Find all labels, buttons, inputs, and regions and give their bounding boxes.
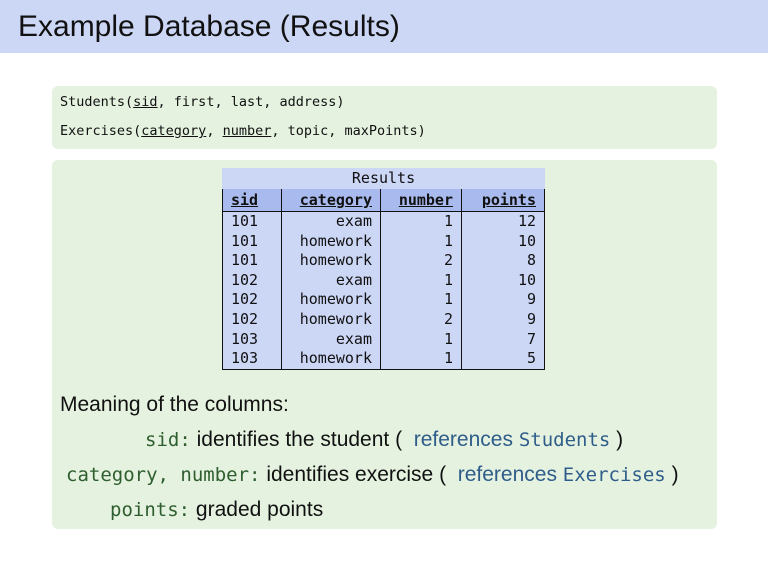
meaning-key: category, number <box>66 464 250 486</box>
title-bar: Example Database (Results) <box>0 0 768 53</box>
meaning-colon: : <box>179 429 191 451</box>
cell-category: homework <box>281 309 381 330</box>
cell-number: 2 <box>380 309 462 330</box>
cell-number: 1 <box>380 329 462 350</box>
slide-title: Example Database (Results) <box>18 10 400 43</box>
cell-points: 8 <box>461 251 545 271</box>
table-row: 102 homework 2 9 <box>222 309 545 330</box>
results-block: Results sid category number points 101 e… <box>52 160 717 529</box>
cell-number: 1 <box>380 231 462 252</box>
cell-category: homework <box>281 231 381 252</box>
table-row: 101 exam 1 12 <box>222 211 545 232</box>
cell-points: 5 <box>461 349 545 370</box>
students-schema-name: Students( <box>60 94 134 110</box>
cell-points: 7 <box>461 329 545 350</box>
results-table-caption: Results <box>222 168 545 189</box>
exercises-schema-name: Exercises( <box>60 123 142 139</box>
meaning-key: points <box>110 499 179 521</box>
cell-sid: 102 <box>222 309 282 330</box>
cell-points: 10 <box>461 231 545 252</box>
reference-target: Exercises <box>562 464 666 486</box>
table-row: 101 homework 1 10 <box>222 231 545 252</box>
exercises-key-number: number <box>222 123 272 139</box>
results-table: Results sid category number points 101 e… <box>222 168 545 370</box>
cell-category: homework <box>281 290 381 310</box>
cell-points: 10 <box>461 270 545 291</box>
column-header-category: category <box>281 189 381 212</box>
reference-word: references <box>457 463 557 486</box>
table-row: 101 homework 2 8 <box>222 251 545 271</box>
exercises-schema-separator: , <box>206 123 223 139</box>
cell-sid: 103 <box>222 329 282 350</box>
cell-number: 1 <box>380 349 462 370</box>
cell-category: exam <box>281 329 381 350</box>
students-schema-rest: , first, last, address) <box>157 94 345 110</box>
column-header-points: points <box>461 189 545 212</box>
cell-number: 1 <box>380 270 462 291</box>
exercises-schema: Exercises(category, number, topic, maxPo… <box>60 123 426 139</box>
cell-category: exam <box>281 211 381 232</box>
meaning-line-sid: sid: identifies the student ( references… <box>145 428 623 452</box>
cell-sid: 101 <box>222 231 282 252</box>
students-key-sid: sid <box>133 94 158 110</box>
meaning-close: ) <box>665 463 679 486</box>
cell-sid: 101 <box>222 211 282 232</box>
meaning-text: identifies exercise ( <box>260 463 447 486</box>
cell-number: 1 <box>380 211 462 232</box>
cell-sid: 103 <box>222 349 282 370</box>
results-header-row: sid category number points <box>222 189 545 212</box>
meaning-text: identifies the student ( <box>190 428 403 451</box>
reference-word: references <box>413 428 513 451</box>
schema-block: Students(sid, first, last, address) Exer… <box>52 86 717 149</box>
cell-category: homework <box>281 251 381 271</box>
cell-points: 9 <box>461 290 545 310</box>
cell-category: homework <box>281 349 381 370</box>
meaning-close: ) <box>610 428 624 451</box>
cell-number: 2 <box>380 251 462 271</box>
meaning-line-category-number: category, number: identifies exercise ( … <box>66 463 679 487</box>
cell-sid: 102 <box>222 270 282 291</box>
meaning-colon: : <box>249 464 261 486</box>
meaning-heading: Meaning of the columns: <box>60 393 289 416</box>
cell-points: 9 <box>461 309 545 330</box>
table-row: 103 homework 1 5 <box>222 349 545 370</box>
column-header-number: number <box>380 189 462 212</box>
table-row: 102 exam 1 10 <box>222 270 545 291</box>
cell-sid: 102 <box>222 290 282 310</box>
cell-points: 12 <box>461 211 545 232</box>
exercises-schema-rest: , topic, maxPoints) <box>271 123 426 139</box>
table-row: 103 exam 1 7 <box>222 329 545 350</box>
exercises-key-category: category <box>141 123 207 139</box>
meaning-key: sid <box>145 429 180 451</box>
meaning-text: graded points <box>190 498 324 521</box>
reference-target: Students <box>518 429 611 451</box>
cell-category: exam <box>281 270 381 291</box>
meaning-line-points: points: graded points <box>110 498 323 522</box>
cell-number: 1 <box>380 290 462 310</box>
column-header-sid: sid <box>222 189 282 212</box>
students-schema: Students(sid, first, last, address) <box>60 94 344 110</box>
cell-sid: 101 <box>222 251 282 271</box>
meaning-colon: : <box>178 499 191 521</box>
table-row: 102 homework 1 9 <box>222 290 545 310</box>
